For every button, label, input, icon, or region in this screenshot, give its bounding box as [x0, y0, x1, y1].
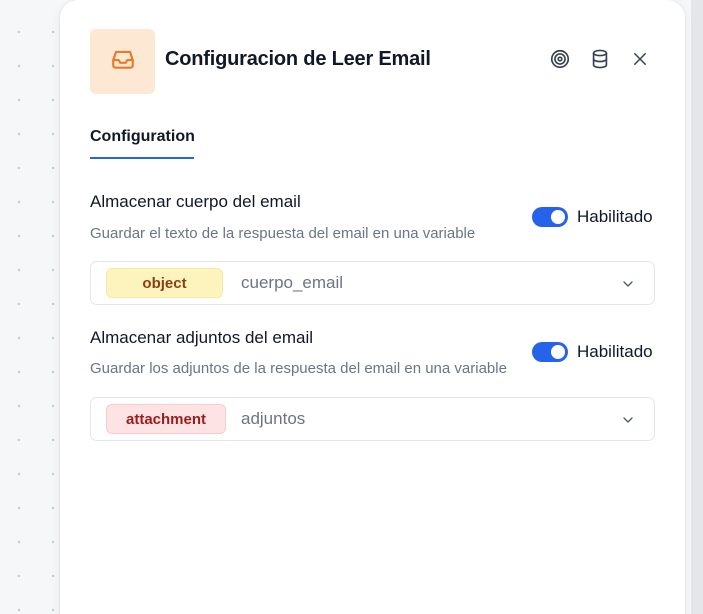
inbox-icon [110, 46, 136, 77]
chevron-down-icon [620, 276, 636, 292]
store-body-toggle[interactable]: Habilitado [532, 207, 653, 227]
database-icon [589, 48, 611, 75]
target-button[interactable] [547, 48, 573, 74]
section-label-body: Almacenar cuerpo del email [90, 192, 301, 211]
type-badge-object: object [106, 268, 223, 298]
toggle-knob [551, 345, 565, 359]
toggle-switch[interactable] [532, 207, 568, 227]
panel-title: Configuracion de Leer Email [165, 48, 431, 70]
chevron-down-icon [620, 412, 636, 428]
body-variable-select[interactable]: object cuerpo_email [90, 261, 655, 305]
toggle-label: Habilitado [577, 207, 653, 226]
close-button[interactable] [627, 48, 653, 74]
active-tab-indicator [90, 157, 194, 159]
tab-configuration[interactable]: Configuration [90, 128, 195, 146]
section-label-attachments: Almacenar adjuntos del email [90, 328, 314, 347]
close-icon [631, 50, 649, 73]
toggle-label: Habilitado [577, 342, 653, 361]
target-icon [549, 48, 571, 75]
toggle-knob [551, 210, 565, 224]
store-attachments-toggle[interactable]: Habilitado [532, 342, 653, 362]
section-description-attachments: Guardar los adjuntos de la respuesta del… [90, 360, 507, 377]
select-value: adjuntos [241, 409, 306, 428]
section-description-body: Guardar el texto de la respuesta del ema… [90, 225, 476, 242]
config-panel: Configuracion de Leer Email Configuratio… [60, 0, 685, 614]
header-icon-container [90, 29, 155, 94]
database-button[interactable] [587, 48, 613, 74]
attachments-variable-select[interactable]: attachment adjuntos [90, 397, 655, 441]
toggle-switch[interactable] [532, 342, 568, 362]
type-badge-attachment: attachment [106, 404, 226, 434]
select-value: cuerpo_email [241, 273, 344, 292]
background-edge [691, 0, 703, 614]
